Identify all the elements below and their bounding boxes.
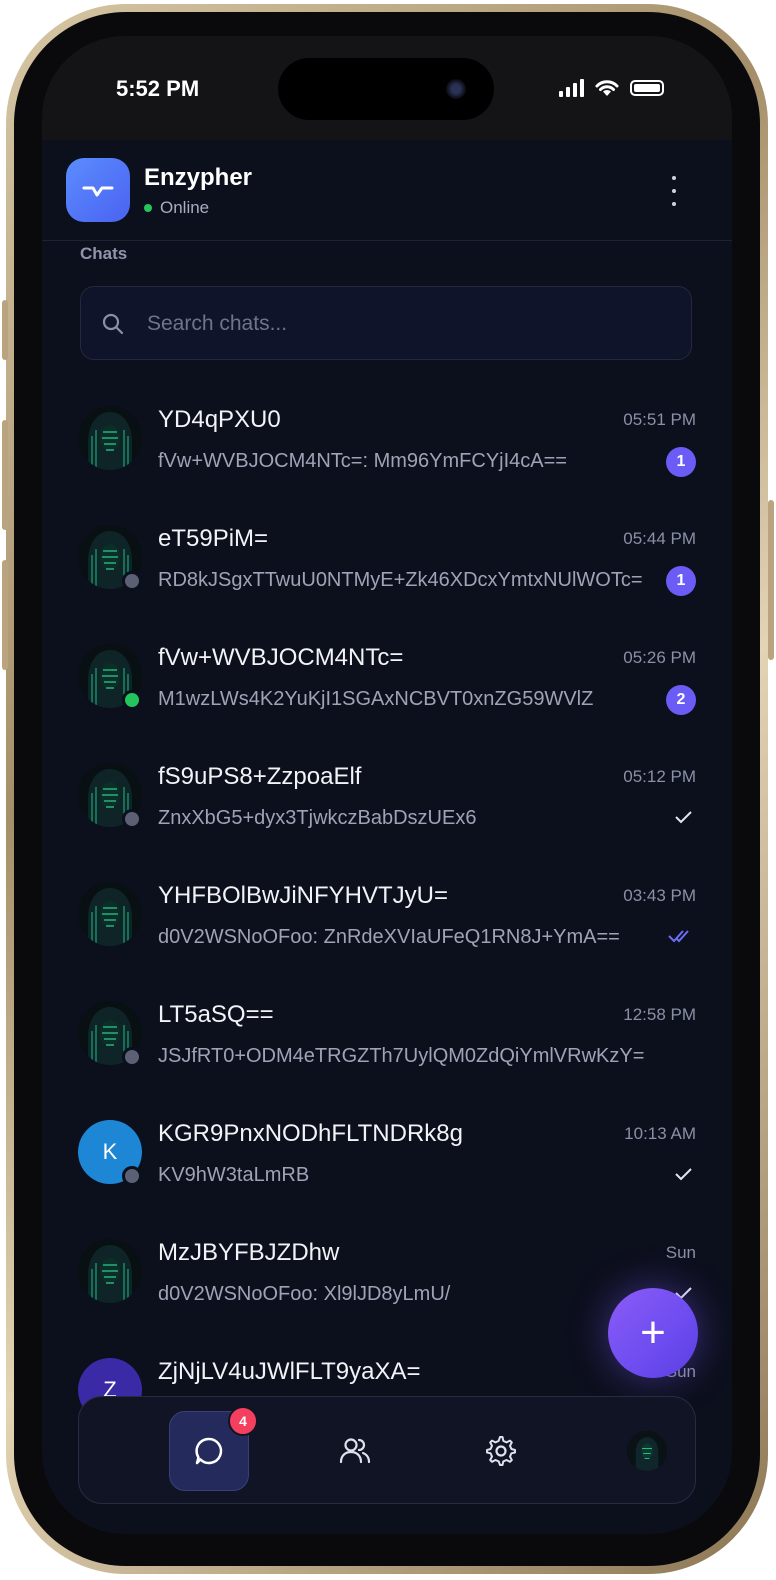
power-button [768, 500, 774, 660]
unread-badge: 1 [666, 447, 696, 477]
chat-name: YHFBOlBwJiNFYHVTJyU= [158, 882, 449, 909]
chat-preview: d0V2WSNoOFoo: Xl9lJD8yLmU/ [158, 1283, 451, 1305]
chat-time: 05:51 PM [623, 410, 696, 429]
app-title: Enzypher [144, 164, 253, 191]
bottom-nav: 4 [78, 1396, 696, 1504]
chat-time: 03:43 PM [623, 886, 696, 905]
app-status: Online [144, 198, 209, 218]
section-title: Chats [80, 244, 128, 263]
chat-preview: M1wzLWs4K2YuKjI1SGAxNCBVT0xnZG59WVlZ [158, 688, 594, 710]
app-status-label: Online [160, 198, 210, 217]
avatar [78, 406, 142, 470]
wifi-icon [595, 80, 619, 96]
read-receipt-icon [668, 930, 689, 943]
chat-time: 10:13 AM [624, 1124, 696, 1143]
chat-name: LT5aSQ== [158, 1001, 274, 1028]
phone-screen: 5:52 PM Enzypher Online Chats Search cha… [42, 36, 732, 1534]
avatar [78, 882, 142, 946]
plus-icon: + [640, 1308, 666, 1357]
unread-count-badge: 4 [228, 1406, 258, 1436]
chat-name: YD4qPXU0 [158, 406, 281, 433]
battery-icon [630, 80, 664, 96]
presence-indicator [122, 571, 142, 591]
gear-icon [486, 1436, 516, 1466]
side-button [2, 300, 8, 360]
dynamic-island [278, 58, 494, 120]
chat-time: 05:44 PM [623, 529, 696, 548]
chat-preview: fVw+WVBJOCM4NTc=: Mm96YmFCYjI4cA== [158, 450, 567, 472]
presence-indicator [122, 1166, 142, 1186]
status-icons [559, 78, 664, 98]
avatar-initial: K [102, 1139, 118, 1164]
chat-name: KGR9PnxNODhFLTNDRk8g [158, 1120, 463, 1147]
chat-time: 05:26 PM [623, 648, 696, 667]
search-icon [102, 313, 124, 335]
status-time: 5:52 PM [116, 76, 200, 101]
sent-check-icon [675, 811, 692, 824]
users-icon [339, 1438, 371, 1464]
chat-item[interactable]: YHFBOlBwJiNFYHVTJyU= 03:43 PM d0V2WSNoOFoo… [42, 852, 732, 971]
chat-preview: RD8kJSgxTTwuU0NTMyE+Zk46XDcxYmtxNUlWOTc= [158, 569, 643, 591]
chat-preview: ZnxXbG5+dyx3TjwkczBabDszUEx6 [158, 807, 477, 829]
search-input[interactable] [145, 301, 669, 347]
sent-check-icon [675, 1168, 692, 1181]
volume-up-button [2, 420, 8, 530]
unread-badge: 1 [666, 566, 696, 596]
chat-item[interactable]: fS9uPS8+ZzpoaElf 05:12 PM ZnxXbG5+dyx3Tjwk… [42, 733, 732, 852]
nav-settings[interactable] [461, 1411, 541, 1491]
status-bar: 5:52 PM [42, 36, 732, 140]
unread-badge: 2 [666, 685, 696, 715]
avatar [627, 1431, 667, 1471]
chat-item[interactable]: fVw+WVBJOCM4NTc= 05:26 PM M1wzLWs4K2YuKjI1… [42, 614, 732, 733]
signal-icon [559, 79, 584, 97]
volume-down-button [2, 560, 8, 670]
presence-indicator [122, 690, 142, 710]
avatar [78, 1239, 142, 1303]
online-dot-icon [144, 204, 152, 212]
nav-contacts[interactable] [315, 1411, 395, 1491]
nav-profile[interactable] [607, 1411, 687, 1491]
chat-time: 05:12 PM [623, 767, 696, 786]
chat-name: ZjNjLV4uJWlFLT9yaXA= [158, 1358, 421, 1385]
nav-chats[interactable]: 4 [169, 1406, 258, 1491]
chat-item[interactable]: K KGR9PnxNODhFLTNDRk8g 10:13 AM KV9hW3taLmR… [42, 1090, 732, 1209]
chat-item[interactable]: eT59PiM= 05:44 PM RD8kJSgxTTwuU0NTMyE+Zk46… [42, 495, 732, 614]
presence-indicator [122, 809, 142, 829]
chat-item[interactable]: YD4qPXU0 05:51 PM fVw+WVBJOCM4NTc=: Mm96Ym… [42, 376, 732, 495]
chat-name: fS9uPS8+ZzpoaElf [158, 763, 362, 790]
presence-indicator [122, 1047, 142, 1067]
chat-preview: JSJfRT0+ODM4eTRGZTh7UylQM0ZdQiYmlVRwKzY= [158, 1045, 645, 1067]
app-header: Enzypher Online [42, 140, 732, 241]
app-logo [66, 158, 130, 222]
chat-name: MzJBYFBJZDhw [158, 1239, 340, 1266]
chat-name: fVw+WVBJOCM4NTc= [158, 644, 404, 671]
chat-preview: d0V2WSNoOFoo: ZnRdeXVIaUFeQ1RN8J+YmA== [158, 926, 620, 948]
chat-time: 12:58 PM [623, 1005, 696, 1024]
new-chat-button[interactable]: + [608, 1288, 698, 1378]
chat-name: eT59PiM= [158, 525, 269, 552]
more-options-icon[interactable] [664, 176, 684, 206]
chat-preview: KV9hW3taLmRB [158, 1164, 310, 1186]
chat-time: Sun [665, 1243, 696, 1262]
chat-bubble-icon [195, 1437, 223, 1465]
search-bar [80, 286, 692, 360]
chat-item[interactable]: LT5aSQ== 12:58 PM JSJfRT0+ODM4eTRGZTh7UylQ… [42, 971, 732, 1090]
chat-list: YD4qPXU0 05:51 PM fVw+WVBJOCM4NTc=: Mm96Ym… [42, 376, 732, 1447]
